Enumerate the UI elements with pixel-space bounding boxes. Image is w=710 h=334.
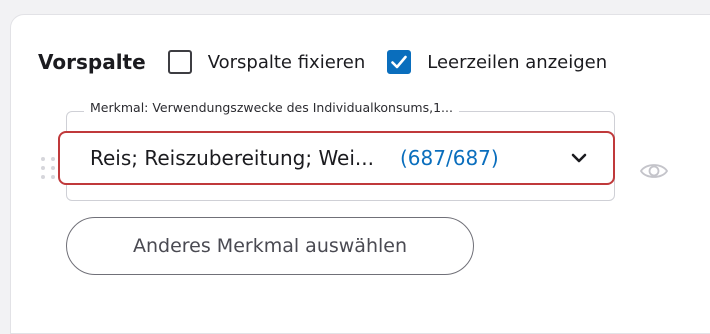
chevron-down-icon[interactable] — [571, 153, 587, 163]
choose-other-feature-button[interactable]: Anderes Merkmal auswählen — [66, 217, 474, 275]
selected-value: Reis; Reiszubereitung; Wei... — [90, 146, 374, 170]
fix-column-option[interactable]: Vorspalte fixieren — [167, 50, 366, 74]
drag-handle-icon[interactable] — [41, 157, 55, 179]
heading-row: Vorspalte Vorspalte fixieren Leerzeilen … — [38, 47, 629, 77]
eye-icon[interactable] — [639, 160, 669, 182]
show-empty-rows-checkbox[interactable] — [387, 50, 412, 74]
fix-column-checkbox[interactable] — [167, 50, 192, 74]
section-title: Vorspalte — [38, 50, 146, 74]
value-count: (687/687) — [400, 146, 499, 170]
checkmark-icon — [391, 55, 408, 69]
show-empty-rows-label: Leerzeilen anzeigen — [427, 51, 608, 73]
fix-column-label: Vorspalte fixieren — [207, 51, 366, 73]
show-empty-rows-option[interactable]: Leerzeilen anzeigen — [387, 50, 607, 74]
feature-legend: Merkmal: Verwendungszwecke des Individua… — [84, 100, 459, 115]
feature-value-select[interactable]: Reis; Reiszubereitung; Wei... (687/687) — [58, 131, 615, 185]
